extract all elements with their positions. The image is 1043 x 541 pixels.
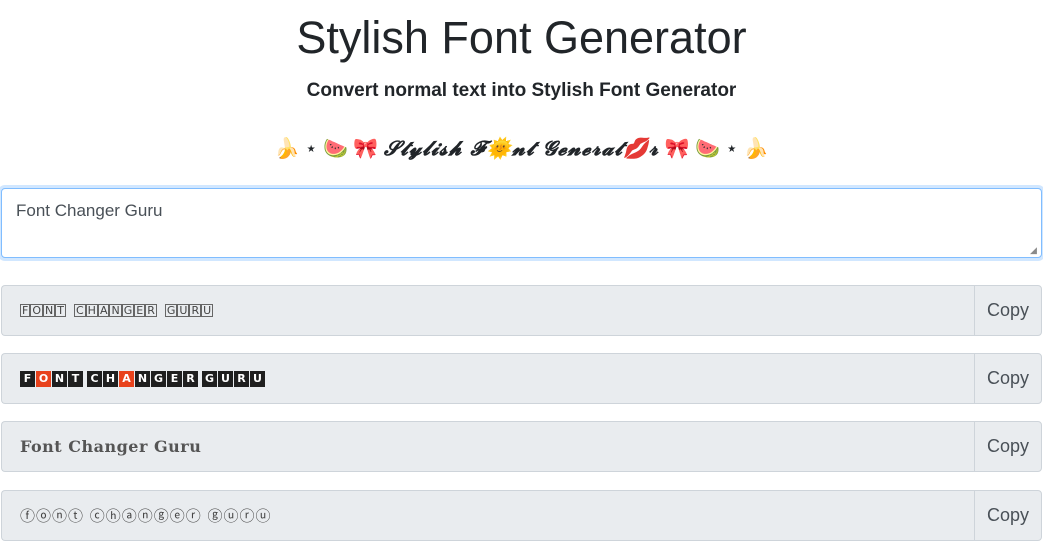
result-row-serif: Font Changer Guru Copy <box>1 421 1042 472</box>
boxed-letter: U <box>201 304 214 317</box>
square-letter: N <box>135 370 150 387</box>
square-gap <box>199 371 201 387</box>
boxed-letter: O <box>30 304 43 317</box>
square-letter: F <box>20 370 35 387</box>
square-letter: A <box>119 370 134 387</box>
square-letter: R <box>234 370 249 387</box>
decor-left-emojis: 🍌 ⋆ 🍉 🎀 <box>274 138 379 160</box>
square-letter: U <box>250 370 265 387</box>
result-text-serif: Font Changer Guru <box>1 421 974 472</box>
square-letter: E <box>167 370 182 387</box>
decor-stylish-text: 𝓢𝓽𝔂𝓵𝓲𝓼𝓱 𝓕🌞𝓷𝓽 𝓖𝓮𝓷𝓮𝓻𝓪𝓽💋𝓻 <box>383 136 660 160</box>
boxed-letter: N <box>43 304 56 317</box>
result-text-squares: FONTCHANGERGURU <box>1 353 974 404</box>
result-row-boxed: FONTCHANGERGURU Copy <box>1 285 1042 336</box>
result-text-boxed: FONTCHANGERGURU <box>1 285 974 336</box>
square-letter: C <box>87 370 102 387</box>
copy-button[interactable]: Copy <box>974 353 1042 404</box>
square-letter: U <box>218 370 233 387</box>
square-gap <box>84 371 86 387</box>
boxed-letter: A <box>97 304 110 317</box>
boxed-letter: F <box>20 304 31 317</box>
result-row-circled: ⓕⓞⓝⓣ ⓒⓗⓐⓝⓖⓔⓡ ⓖⓤⓡⓤ Copy <box>1 490 1042 541</box>
square-letter: G <box>202 370 217 387</box>
square-letter: H <box>103 370 118 387</box>
result-text-circled: ⓕⓞⓝⓣ ⓒⓗⓐⓝⓖⓔⓡ ⓖⓤⓡⓤ <box>1 490 974 541</box>
boxed-letter: C <box>73 304 86 317</box>
boxed-letter: E <box>134 304 146 317</box>
boxed-letter: G <box>164 304 178 317</box>
copy-button[interactable]: Copy <box>974 490 1042 541</box>
text-input-container: ◢ <box>1 188 1042 258</box>
page-title: Stylish Font Generator <box>296 12 747 63</box>
decor-right-emojis: 🎀 🍉 ⋆ 🍌 <box>664 138 769 160</box>
boxed-letter: U <box>177 304 190 317</box>
square-letter: O <box>36 370 51 387</box>
result-row-squares: FONTCHANGERGURU Copy <box>1 353 1042 404</box>
boxed-letter: R <box>145 304 157 317</box>
copy-button[interactable]: Copy <box>974 285 1042 336</box>
boxed-letter: N <box>109 304 122 317</box>
page-subtitle: Convert normal text into Stylish Font Ge… <box>306 80 737 101</box>
boxed-letter: H <box>85 304 98 317</box>
boxed-letter: G <box>121 304 135 317</box>
square-letter: R <box>183 370 198 387</box>
square-letter: T <box>68 370 83 387</box>
square-letter: G <box>151 370 166 387</box>
boxed-letter: T <box>55 304 66 317</box>
resize-handle-icon[interactable]: ◢ <box>1030 246 1039 255</box>
boxed-letter: R <box>189 304 202 317</box>
text-input[interactable] <box>2 189 1041 257</box>
square-letter: N <box>52 370 67 387</box>
copy-button[interactable]: Copy <box>974 421 1042 472</box>
decorative-title: 🍌 ⋆ 🍉 🎀 𝓢𝓽𝔂𝓵𝓲𝓼𝓱 𝓕🌞𝓷𝓽 𝓖𝓮𝓷𝓮𝓻𝓪𝓽💋𝓻 🎀 🍉 ⋆ 🍌 <box>0 134 1043 163</box>
